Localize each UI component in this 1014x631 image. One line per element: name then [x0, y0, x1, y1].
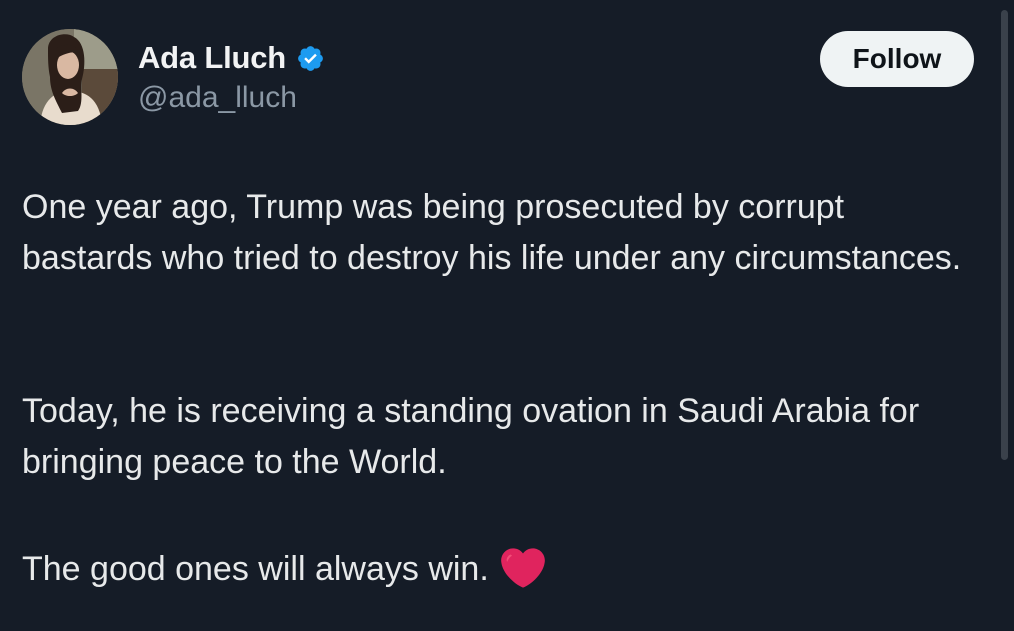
follow-button[interactable]: Follow	[820, 31, 974, 87]
tweet-paragraph-3: The good ones will always win.	[22, 544, 982, 595]
verified-badge-icon	[298, 45, 323, 71]
author-name-row: Ada Lluch	[138, 40, 325, 76]
author-display-name[interactable]: Ada Lluch	[138, 40, 286, 76]
scrollbar[interactable]	[1001, 10, 1008, 460]
tweet-paragraph-2: Today, he is receiving a standing ovatio…	[22, 392, 920, 481]
avatar[interactable]	[22, 29, 118, 125]
author-handle[interactable]: @ada_lluch	[138, 80, 297, 116]
avatar-image	[22, 29, 118, 125]
heart-icon	[500, 548, 545, 588]
tweet-paragraph-1: One year ago, Trump was being prosecuted…	[22, 188, 962, 277]
tweet-card: Ada Lluch @ada_lluch Follow One year ago…	[0, 0, 1014, 631]
tweet-paragraph-3-text: The good ones will always win.	[22, 550, 489, 588]
